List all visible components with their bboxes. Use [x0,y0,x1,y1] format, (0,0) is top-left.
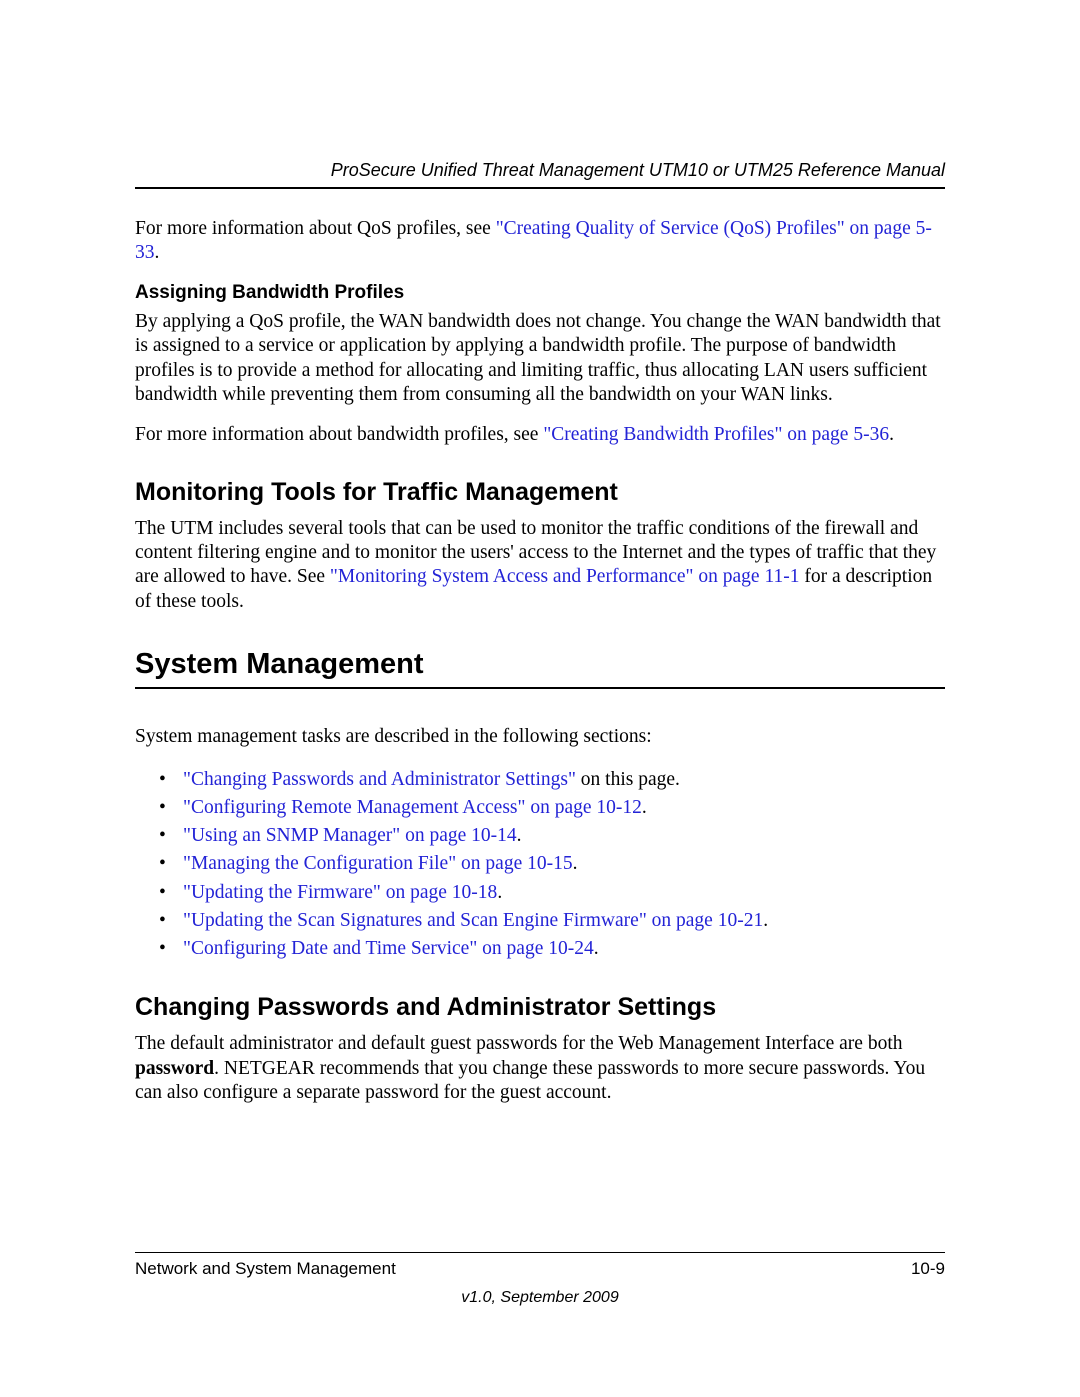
text: . [573,853,578,874]
paragraph-sysmgmt-intro: System management tasks are described in… [135,725,945,749]
page-header-title: ProSecure Unified Threat Management UTM1… [135,160,945,181]
list-item: "Using an SNMP Manager" on page 10-14. [135,822,945,850]
footer-section-title: Network and System Management [135,1259,396,1279]
link-monitoring-performance[interactable]: "Monitoring System Access and Performanc… [330,566,800,587]
text: on this page. [576,769,680,790]
link-date-time[interactable]: "Configuring Date and Time Service" on p… [183,938,594,959]
heading-rule [135,687,945,689]
link-config-file[interactable]: "Managing the Configuration File" on pag… [183,853,573,874]
footer-rule [135,1252,945,1253]
link-scan-signatures[interactable]: "Updating the Scan Signatures and Scan E… [183,910,763,931]
list-item: "Updating the Scan Signatures and Scan E… [135,907,945,935]
heading-changing-passwords: Changing Passwords and Administrator Set… [135,993,945,1022]
heading-monitoring-tools: Monitoring Tools for Traffic Management [135,478,945,507]
footer-row: Network and System Management 10-9 [135,1259,945,1279]
paragraph-monitoring-desc: The UTM includes several tools that can … [135,517,945,615]
text: . [155,242,160,263]
subheading-bandwidth-profiles: Assigning Bandwidth Profiles [135,282,945,304]
footer-page-number: 10-9 [911,1259,945,1279]
link-bandwidth-profiles[interactable]: "Creating Bandwidth Profiles" on page 5-… [543,424,889,445]
paragraph-bandwidth-link: For more information about bandwidth pro… [135,423,945,447]
text: . [594,938,599,959]
text: . NETGEAR recommends that you change the… [135,1058,925,1103]
heading-system-management: System Management [135,648,945,681]
text: For more information about QoS profiles,… [135,218,496,239]
text: For more information about bandwidth pro… [135,424,543,445]
paragraph-qos-intro: For more information about QoS profiles,… [135,217,945,266]
list-item: "Updating the Firmware" on page 10-18. [135,879,945,907]
header-rule [135,187,945,189]
bold-password: password [135,1058,214,1079]
text: . [763,910,768,931]
list-item: "Changing Passwords and Administrator Se… [135,766,945,794]
list-item: "Managing the Configuration File" on pag… [135,850,945,878]
list-item: "Configuring Remote Management Access" o… [135,794,945,822]
text: . [642,797,647,818]
text: The default administrator and default gu… [135,1033,903,1054]
paragraph-bandwidth-desc: By applying a QoS profile, the WAN bandw… [135,310,945,408]
footer-version: v1.0, September 2009 [135,1289,945,1307]
link-remote-management[interactable]: "Configuring Remote Management Access" o… [183,797,642,818]
text: . [889,424,894,445]
toc-list: "Changing Passwords and Administrator Se… [135,766,945,964]
page-footer: Network and System Management 10-9 v1.0,… [135,1252,945,1307]
paragraph-passwords-desc: The default administrator and default gu… [135,1032,945,1105]
link-changing-passwords[interactable]: "Changing Passwords and Administrator Se… [183,769,576,790]
link-snmp-manager[interactable]: "Using an SNMP Manager" on page 10-14 [183,825,517,846]
page-content: ProSecure Unified Threat Management UTM1… [0,0,1080,1105]
link-firmware-update[interactable]: "Updating the Firmware" on page 10-18 [183,882,497,903]
text: . [497,882,502,903]
list-item: "Configuring Date and Time Service" on p… [135,935,945,963]
text: . [517,825,522,846]
